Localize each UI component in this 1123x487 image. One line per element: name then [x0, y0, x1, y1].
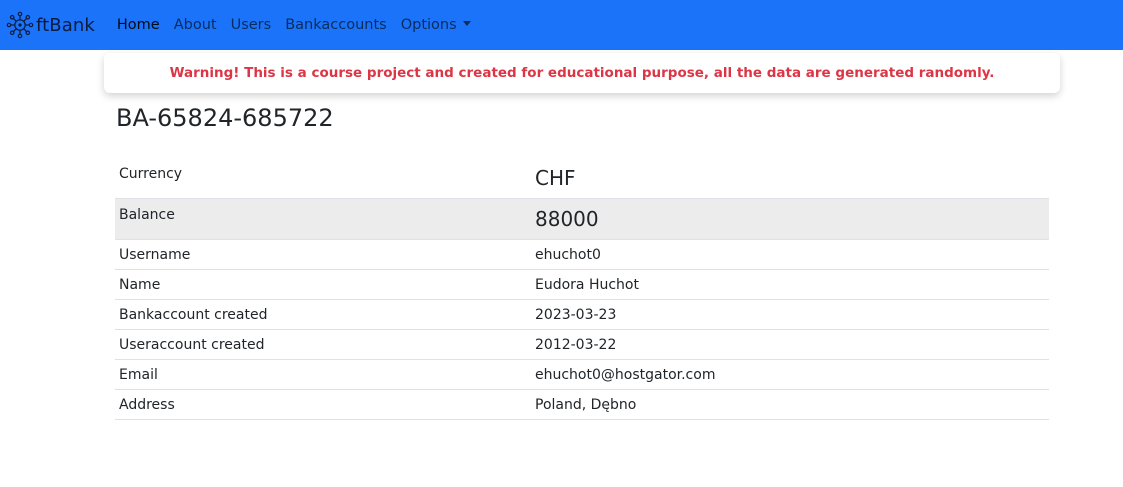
nav-dropdown-options[interactable]: Options — [394, 17, 478, 33]
navbar: ftBank Home About Users Bankaccounts Opt… — [0, 0, 1123, 50]
row-value: 2023-03-23 — [531, 299, 1049, 330]
nav-links: Home About Users Bankaccounts Options — [110, 17, 478, 33]
warning-text: Warning! This is a course project and cr… — [169, 65, 995, 81]
table-row: Email ehuchot0@hostgator.com — [115, 359, 1049, 390]
nav-link-users[interactable]: Users — [224, 17, 279, 33]
row-value: ehuchot0 — [531, 239, 1049, 270]
warning-banner: Warning! This is a course project and cr… — [104, 53, 1060, 93]
nav-link-bankaccounts[interactable]: Bankaccounts — [278, 17, 394, 33]
table-row: Address Poland, Dębno — [115, 389, 1049, 420]
row-value: ehuchot0@hostgator.com — [531, 359, 1049, 390]
brand-link[interactable]: ftBank — [6, 11, 95, 39]
row-key: Name — [115, 269, 531, 300]
row-key: Balance — [115, 198, 531, 240]
row-key: Bankaccount created — [115, 299, 531, 330]
account-details-table: Currency CHF Balance 88000 Username ehuc… — [115, 158, 1049, 420]
nav-link-about[interactable]: About — [167, 17, 224, 33]
table-row: Username ehuchot0 — [115, 239, 1049, 270]
table-row: Bankaccount created 2023-03-23 — [115, 299, 1049, 330]
row-value: 88000 — [531, 198, 1049, 240]
table-row: Currency CHF — [115, 158, 1049, 199]
table-row: Balance 88000 — [115, 198, 1049, 240]
row-key: Currency — [115, 158, 531, 199]
row-key: Username — [115, 239, 531, 270]
row-value: Poland, Dębno — [531, 389, 1049, 420]
row-key: Email — [115, 359, 531, 390]
brand-name: ftBank — [36, 14, 95, 36]
page-title: BA-65824-685722 — [116, 104, 334, 132]
nav-link-home[interactable]: Home — [110, 17, 167, 33]
options-label: Options — [400, 17, 457, 33]
row-key: Useraccount created — [115, 329, 531, 360]
network-logo-icon — [6, 11, 34, 39]
row-key: Address — [115, 389, 531, 420]
caret-down-icon — [462, 21, 471, 26]
row-value: Eudora Huchot — [531, 269, 1049, 300]
table-row: Name Eudora Huchot — [115, 269, 1049, 300]
row-value: 2012-03-22 — [531, 329, 1049, 360]
table-row: Useraccount created 2012-03-22 — [115, 329, 1049, 360]
row-value: CHF — [531, 158, 1049, 199]
